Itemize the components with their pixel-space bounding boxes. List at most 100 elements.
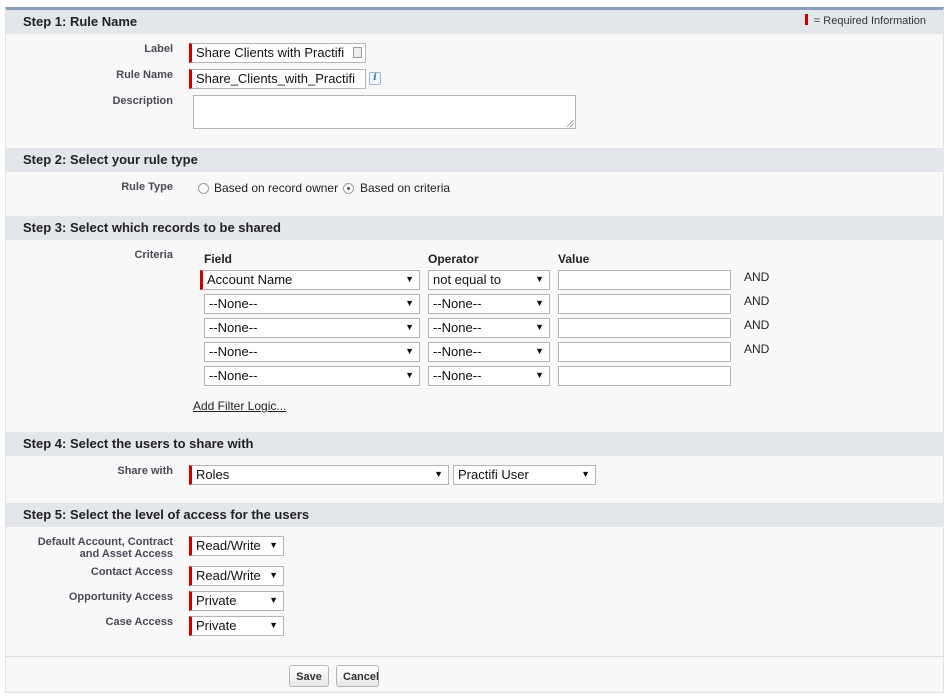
description-field-label: Description — [112, 95, 173, 107]
dropdown-arrow-icon: ▼ — [269, 620, 278, 630]
dropdown-arrow-icon: ▼ — [405, 298, 414, 308]
dropdown-arrow-icon: ▼ — [405, 370, 414, 380]
radio-owner[interactable] — [198, 183, 209, 194]
dropdown-arrow-icon: ▼ — [535, 346, 544, 356]
criteria-operator-select[interactable]: --None-- ▼ — [428, 366, 550, 386]
criteria-field-value: --None-- — [209, 368, 258, 383]
criteria-field-value: Account Name — [207, 272, 293, 287]
rule-type-label: Rule Type — [121, 181, 173, 193]
dropdown-arrow-icon: ▼ — [269, 595, 278, 605]
add-filter-logic-link[interactable]: Add Filter Logic... — [193, 399, 286, 413]
case-access-label: Case Access — [105, 616, 173, 628]
share-with-label: Share with — [117, 465, 173, 477]
criteria-field-value: --None-- — [209, 320, 258, 335]
opportunity-access-label: Opportunity Access — [68, 591, 173, 603]
step4-header: Step 4: Select the users to share with — [6, 432, 944, 456]
step3-title: Step 3: Select which records to be share… — [23, 220, 281, 235]
dropdown-arrow-icon: ▼ — [535, 298, 544, 308]
required-marker-icon — [804, 14, 808, 25]
opportunity-access-value: Private — [196, 593, 237, 608]
dropdown-arrow-icon: ▼ — [535, 322, 544, 332]
criteria-field-select[interactable]: Account Name ▼ — [200, 270, 420, 290]
criteria-operator-select[interactable]: --None-- ▼ — [428, 294, 550, 314]
contact-access-value: Read/Write — [196, 568, 261, 583]
step2-header: Step 2: Select your rule type — [6, 148, 944, 172]
dropdown-arrow-icon: ▼ — [269, 570, 278, 580]
cancel-button[interactable]: Cancel — [336, 665, 379, 687]
criteria-field-value: --None-- — [209, 296, 258, 311]
share-with-type-value: Roles — [196, 467, 230, 482]
share-with-target-value: Practifi User — [458, 467, 529, 482]
criteria-and-label: AND — [744, 342, 770, 356]
default-access-label: Default Account, Contract and Asset Acce… — [20, 536, 173, 560]
criteria-operator-value: --None-- — [433, 344, 482, 359]
default-access-label-line2: and Asset Access — [79, 548, 173, 560]
dropdown-arrow-icon: ▼ — [269, 540, 278, 550]
case-access-value: Private — [196, 618, 237, 633]
criteria-label: Criteria — [134, 249, 173, 261]
criteria-field-select[interactable]: --None-- ▼ — [204, 318, 420, 338]
dropdown-arrow-icon: ▼ — [405, 274, 414, 284]
criteria-field-value: --None-- — [209, 344, 258, 359]
criteria-operator-value: not equal to — [433, 272, 501, 287]
label-input[interactable]: Share Clients with Practifi — [189, 43, 366, 63]
step5-header: Step 5: Select the level of access for t… — [6, 503, 944, 527]
value-column-header: Value — [558, 252, 590, 266]
share-with-type-select[interactable]: Roles ▼ — [189, 465, 449, 485]
criteria-and-label: AND — [744, 294, 770, 308]
dropdown-arrow-icon: ▼ — [535, 370, 544, 380]
opportunity-access-select[interactable]: Private ▼ — [189, 591, 284, 611]
criteria-and-label: AND — [744, 270, 770, 284]
radio-owner-label[interactable]: Based on record owner — [214, 181, 338, 195]
rule-name-input-value: Share_Clients_with_Practifi — [196, 71, 355, 86]
criteria-and-label: AND — [744, 318, 770, 332]
resize-grip-icon[interactable] — [567, 120, 574, 127]
criteria-operator-select[interactable]: not equal to ▼ — [428, 270, 550, 290]
contact-access-label: Contact Access — [90, 566, 173, 578]
step3-header: Step 3: Select which records to be share… — [6, 216, 944, 240]
criteria-value-input[interactable] — [558, 294, 731, 314]
step2-title: Step 2: Select your rule type — [23, 152, 198, 167]
dropdown-arrow-icon: ▼ — [434, 469, 443, 479]
criteria-field-select[interactable]: --None-- ▼ — [204, 294, 420, 314]
operator-column-header: Operator — [428, 252, 479, 266]
contact-access-select[interactable]: Read/Write ▼ — [189, 566, 284, 586]
criteria-operator-select[interactable]: --None-- ▼ — [428, 342, 550, 362]
criteria-field-select[interactable]: --None-- ▼ — [204, 366, 420, 386]
autofill-contact-icon — [353, 47, 362, 58]
footer-divider — [6, 656, 943, 657]
default-access-label-line1: Default Account, Contract — [37, 536, 173, 548]
label-field-label: Label — [144, 43, 173, 55]
criteria-value-input[interactable] — [558, 318, 731, 338]
save-button[interactable]: Save — [289, 665, 329, 687]
case-access-select[interactable]: Private ▼ — [189, 616, 284, 636]
criteria-value-input[interactable] — [558, 270, 731, 290]
dropdown-arrow-icon: ▼ — [405, 322, 414, 332]
default-access-value: Read/Write — [196, 538, 261, 553]
rule-name-input[interactable]: Share_Clients_with_Practifi — [189, 69, 366, 89]
step1-header: Step 1: Rule Name = Required Information — [6, 10, 944, 34]
info-icon[interactable]: i — [369, 72, 381, 85]
criteria-operator-value: --None-- — [433, 368, 482, 383]
share-with-target-select[interactable]: Practifi User ▼ — [453, 465, 596, 485]
dropdown-arrow-icon: ▼ — [535, 274, 544, 284]
step4-title: Step 4: Select the users to share with — [23, 436, 254, 451]
criteria-operator-value: --None-- — [433, 296, 482, 311]
default-access-select[interactable]: Read/Write ▼ — [189, 536, 284, 556]
criteria-value-input[interactable] — [558, 366, 731, 386]
radio-criteria-label[interactable]: Based on criteria — [360, 181, 450, 195]
criteria-value-input[interactable] — [558, 342, 731, 362]
label-input-value: Share Clients with Practifi — [196, 45, 345, 60]
radio-criteria[interactable] — [343, 183, 354, 194]
step5-title: Step 5: Select the level of access for t… — [23, 507, 310, 522]
criteria-field-select[interactable]: --None-- ▼ — [204, 342, 420, 362]
dropdown-arrow-icon: ▼ — [581, 469, 590, 479]
criteria-operator-value: --None-- — [433, 320, 482, 335]
required-legend: = Required Information — [804, 14, 926, 27]
rule-name-field-label: Rule Name — [116, 69, 173, 81]
required-legend-text: = Required Information — [813, 15, 926, 27]
dropdown-arrow-icon: ▼ — [405, 346, 414, 356]
field-column-header: Field — [204, 252, 233, 266]
description-textarea[interactable] — [193, 95, 576, 129]
criteria-operator-select[interactable]: --None-- ▼ — [428, 318, 550, 338]
